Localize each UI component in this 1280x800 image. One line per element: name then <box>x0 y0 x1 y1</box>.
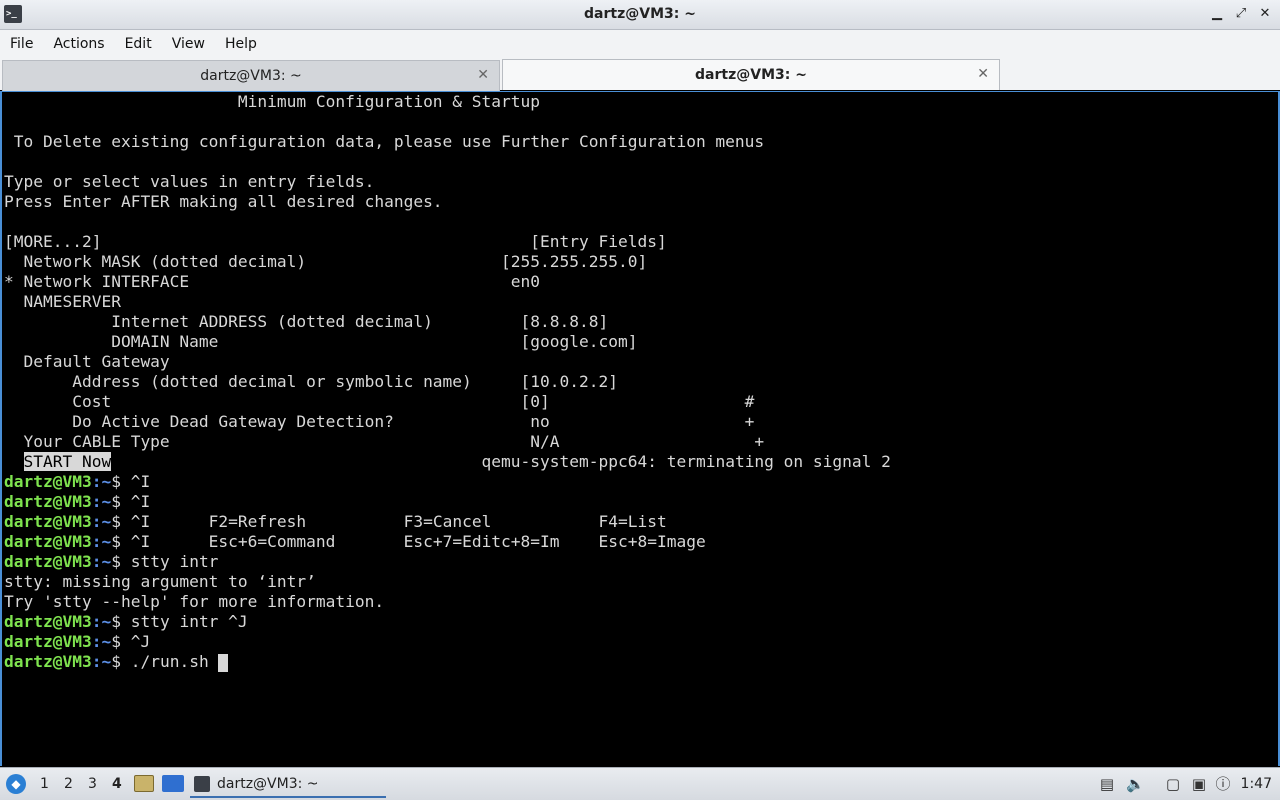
window-title: dartz@VM3: ~ <box>584 6 696 22</box>
desktop-3[interactable]: 3 <box>88 776 97 792</box>
window-titlebar: >_ dartz@VM3: ~ ▁ ⤢ ✕ <box>0 0 1280 30</box>
terminal-line: Address (dotted decimal or symbolic name… <box>4 372 618 391</box>
start-now-highlight: START Now <box>23 452 112 471</box>
command-text: ^I <box>130 472 151 491</box>
prompt-path: :~ <box>91 472 112 491</box>
taskbar-task-terminal[interactable]: dartz@VM3: ~ <box>190 771 386 798</box>
prompt-line: dartz@VM3:~$ ./run.sh <box>4 652 229 672</box>
close-button[interactable]: ✕ <box>1258 6 1272 21</box>
terminal-line: * Network INTERFACE en0 <box>4 272 541 291</box>
prompt-user: dartz@VM3 <box>4 652 92 671</box>
terminal-line: Your CABLE Type N/A + <box>4 432 765 451</box>
task-label: dartz@VM3: ~ <box>217 775 319 792</box>
prompt-user: dartz@VM3 <box>4 532 92 551</box>
terminal-line: Internet ADDRESS (dotted decimal) [8.8.8… <box>4 312 609 331</box>
clock: 1:47 <box>1240 776 1272 792</box>
show-desktop-icon[interactable] <box>162 775 184 792</box>
monitor-icon[interactable]: ▣ <box>1190 775 1208 793</box>
output-line: Try 'stty --help' for more information. <box>4 592 385 611</box>
start-now-rest: qemu-system-ppc64: terminating on signal… <box>111 452 891 471</box>
command-text: stty intr ^J <box>130 612 248 631</box>
menu-file[interactable]: File <box>10 36 33 52</box>
terminal-line: DOMAIN Name [google.com] <box>4 332 638 351</box>
tab-1[interactable]: dartz@VM3: ~ ✕ <box>2 60 500 91</box>
prompt-user: dartz@VM3 <box>4 612 92 631</box>
menu-view[interactable]: View <box>172 36 205 52</box>
tab-2[interactable]: dartz@VM3: ~ ✕ <box>502 59 1000 90</box>
volume-icon[interactable]: 🔈 <box>1126 775 1145 793</box>
minimize-button[interactable]: ▁ <box>1210 6 1224 21</box>
terminal-line: Press Enter AFTER making all desired cha… <box>4 192 443 211</box>
prompt-symbol: $ <box>111 652 131 671</box>
desktop-4[interactable]: 4 <box>112 776 122 792</box>
menu-help[interactable]: Help <box>225 36 257 52</box>
terminal-line: NAMESERVER <box>4 292 121 311</box>
command-text: ./run.sh <box>130 652 219 671</box>
terminal-icon <box>194 775 210 792</box>
notes-icon[interactable]: ▢ <box>1164 775 1182 793</box>
update-icon[interactable]: ⓘ <box>1214 775 1232 793</box>
terminal-line: Minimum Configuration & Startup <box>4 92 541 111</box>
prompt-path: :~ <box>91 512 112 531</box>
prompt-symbol: $ <box>111 512 131 531</box>
text-cursor <box>218 653 229 672</box>
desktop-1[interactable]: 1 <box>40 776 49 792</box>
terminal-line: Type or select values in entry fields. <box>4 172 375 191</box>
prompt-line: dartz@VM3:~$ stty intr <box>4 552 218 572</box>
prompt-line: dartz@VM3:~$ stty intr ^J <box>4 612 248 632</box>
menu-edit[interactable]: Edit <box>125 36 152 52</box>
terminal-line: START Now qemu-system-ppc64: terminating… <box>4 452 891 472</box>
tab-label: dartz@VM3: ~ <box>695 67 807 83</box>
terminal-line: Cost [0] # <box>4 392 755 411</box>
terminal-line: Default Gateway <box>4 352 170 371</box>
prompt-path: :~ <box>91 612 112 631</box>
clipboard-icon[interactable]: ▤ <box>1098 775 1116 793</box>
tab-label: dartz@VM3: ~ <box>200 68 302 84</box>
prompt-symbol: $ <box>111 472 131 491</box>
prompt-line: dartz@VM3:~$ ^I <box>4 472 150 492</box>
start-menu-icon[interactable]: ◆ <box>6 774 26 794</box>
tab-close-icon[interactable]: ✕ <box>477 67 489 83</box>
command-text: ^I F2=Refresh F3=Cancel F4=List <box>130 512 667 531</box>
prompt-path: :~ <box>91 652 112 671</box>
prompt-user: dartz@VM3 <box>4 472 92 491</box>
taskbar: ◆ 1 2 3 4 dartz@VM3: ~ ▤ 🔈 ▢ ▣ ⓘ 1:47 <box>0 767 1280 800</box>
tab-bar: dartz@VM3: ~ ✕ dartz@VM3: ~ ✕ <box>0 57 1280 91</box>
terminal-view[interactable]: Minimum Configuration & Startup To Delet… <box>0 91 1280 766</box>
menu-actions[interactable]: Actions <box>53 36 104 52</box>
tab-close-icon[interactable]: ✕ <box>977 66 989 82</box>
command-text: ^J <box>130 632 151 651</box>
prompt-user: dartz@VM3 <box>4 492 92 511</box>
command-text: stty intr <box>130 552 219 571</box>
prompt-user: dartz@VM3 <box>4 512 92 531</box>
prompt-symbol: $ <box>111 612 131 631</box>
command-text: ^I <box>130 492 151 511</box>
menu-bar: File Actions Edit View Help <box>0 30 1280 57</box>
prompt-path: :~ <box>91 632 112 651</box>
terminal-line: [MORE...2] [Entry Fields] <box>4 232 667 251</box>
prompt-line: dartz@VM3:~$ ^J <box>4 632 150 652</box>
desktop-2[interactable]: 2 <box>64 776 73 792</box>
output-line: stty: missing argument to ‘intr’ <box>4 572 316 591</box>
prompt-line: dartz@VM3:~$ ^I Esc+6=Command Esc+7=Edit… <box>4 532 706 552</box>
prompt-user: dartz@VM3 <box>4 552 92 571</box>
prompt-path: :~ <box>91 492 112 511</box>
prompt-line: dartz@VM3:~$ ^I F2=Refresh F3=Cancel F4=… <box>4 512 667 532</box>
prompt-user: dartz@VM3 <box>4 632 92 651</box>
prompt-symbol: $ <box>111 532 131 551</box>
prompt-symbol: $ <box>111 492 131 511</box>
terminal-line: Do Active Dead Gateway Detection? no + <box>4 412 755 431</box>
prompt-symbol: $ <box>111 552 131 571</box>
prompt-path: :~ <box>91 532 112 551</box>
prompt-path: :~ <box>91 552 112 571</box>
file-manager-icon[interactable] <box>134 775 154 792</box>
terminal-line: To Delete existing configuration data, p… <box>4 132 765 151</box>
prompt-line: dartz@VM3:~$ ^I <box>4 492 150 512</box>
maximize-button[interactable]: ⤢ <box>1234 6 1248 21</box>
prompt-symbol: $ <box>111 632 131 651</box>
command-text: ^I Esc+6=Command Esc+7=Editc+8=Im Esc+8=… <box>130 532 706 551</box>
terminal-line: Network MASK (dotted decimal) [255.255.2… <box>4 252 648 271</box>
